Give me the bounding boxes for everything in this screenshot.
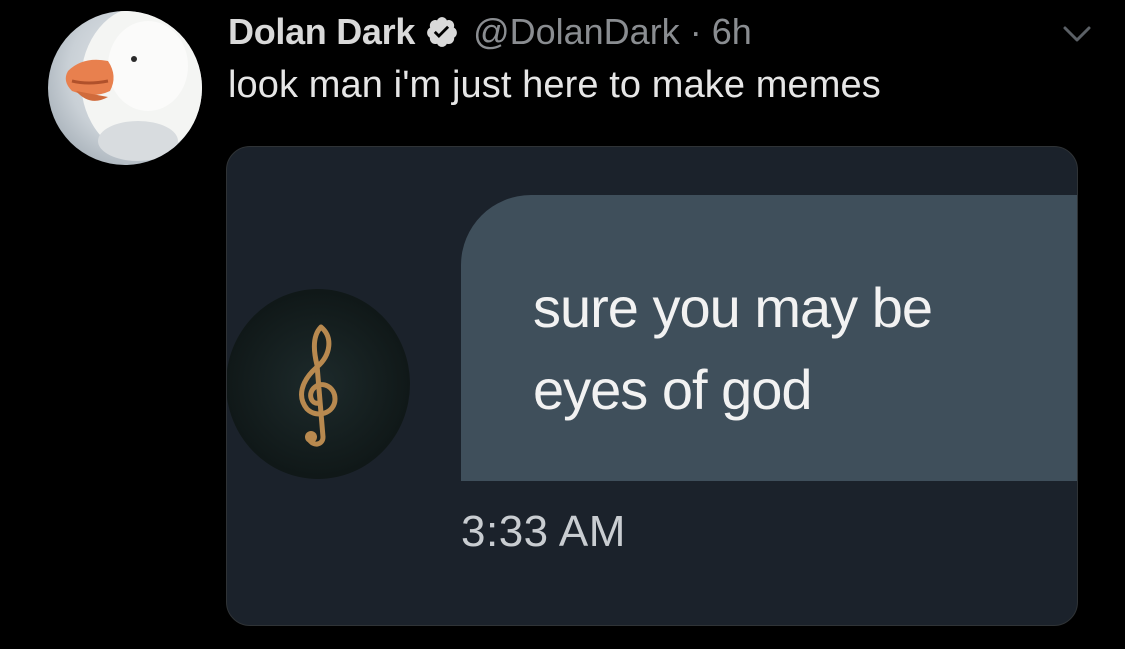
chevron-down-icon[interactable] [1057, 14, 1097, 54]
display-name[interactable]: Dolan Dark [228, 11, 415, 53]
profile-avatar[interactable] [48, 11, 202, 165]
tweet[interactable]: Dolan Dark @DolanDark · 6h look man i'm … [0, 0, 1125, 649]
tweet-time[interactable]: 6h [712, 11, 752, 53]
message-line: sure you may be [533, 276, 933, 339]
message-text: sure you may be eyes of god [533, 267, 933, 431]
chat-avatar [227, 289, 410, 479]
verified-badge-icon [425, 15, 459, 49]
duck-avatar-image [65, 11, 202, 161]
user-handle[interactable]: @DolanDark [473, 11, 680, 53]
message-bubble: sure you may be eyes of god [461, 195, 1077, 481]
message-timestamp: 3:33 AM [461, 507, 626, 556]
message-line: eyes of god [533, 358, 813, 421]
tweet-header: Dolan Dark @DolanDark · 6h [228, 8, 752, 56]
tweet-media-image[interactable]: sure you may be eyes of god 3:33 AM [226, 146, 1078, 626]
separator-dot: · [689, 11, 702, 52]
treble-clef-icon [299, 324, 338, 447]
tweet-text: look man i'm just here to make memes [228, 64, 881, 106]
